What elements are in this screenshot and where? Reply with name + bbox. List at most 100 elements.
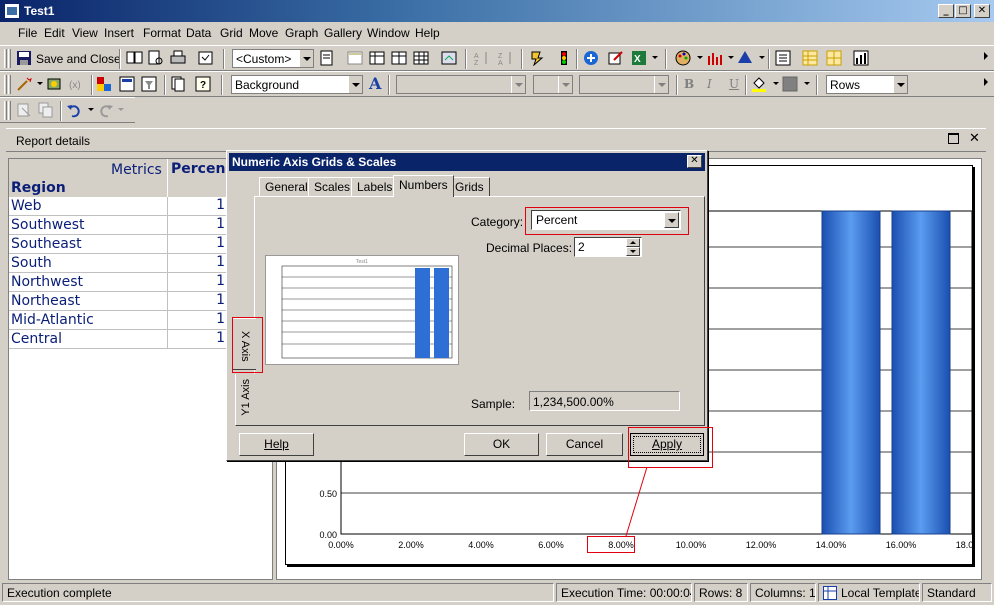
style-combo[interactable]: <Custom>: [232, 49, 314, 68]
menu-file[interactable]: File: [18, 26, 37, 40]
excel-icon[interactable]: X: [631, 50, 649, 68]
menu-insert[interactable]: Insert: [104, 26, 134, 40]
undo-icon[interactable]: [66, 102, 84, 120]
grid-style-icon[interactable]: [369, 50, 387, 68]
tab-grids[interactable]: Grids: [449, 177, 490, 196]
grid-graph-icon[interactable]: [826, 50, 844, 68]
chevron-down-icon[interactable]: [697, 56, 703, 59]
tab-numbers[interactable]: Numbers: [393, 175, 454, 197]
sort-descending-icon[interactable]: ZA: [497, 50, 515, 68]
close-button[interactable]: ✕: [974, 4, 990, 18]
export-icon[interactable]: [441, 50, 459, 68]
book-icon[interactable]: [126, 50, 144, 68]
properties-icon[interactable]: [197, 50, 215, 68]
toolbar-overflow-icon[interactable]: [984, 52, 988, 60]
category-select[interactable]: Percent: [531, 210, 681, 230]
menu-graph[interactable]: Graph: [285, 26, 318, 40]
line-color-icon[interactable]: [782, 76, 800, 94]
template-indicator[interactable]: Local Template: [818, 583, 920, 602]
metrics-icon[interactable]: [96, 76, 114, 94]
shape-icon[interactable]: [737, 50, 755, 68]
drill-icon[interactable]: [528, 50, 546, 68]
document-icon[interactable]: [318, 50, 336, 68]
toolbar-grip[interactable]: [4, 101, 7, 120]
maximize-button[interactable]: □: [955, 4, 971, 18]
chevron-down-icon[interactable]: [652, 56, 658, 59]
chevron-down-icon[interactable]: [37, 82, 43, 85]
chevron-down-icon[interactable]: [759, 56, 765, 59]
chevron-down-icon[interactable]: [728, 56, 734, 59]
menu-format[interactable]: Format: [143, 26, 181, 40]
maximize-pane-icon[interactable]: [948, 133, 959, 144]
chevron-down-icon[interactable]: [299, 50, 313, 67]
traffic-light-icon[interactable]: [555, 50, 573, 68]
report-details-label[interactable]: Report details: [16, 134, 90, 148]
toolbar-grip[interactable]: [4, 49, 7, 68]
cancel-button[interactable]: Cancel: [546, 433, 623, 456]
add-icon[interactable]: [583, 50, 601, 68]
fill-color-icon[interactable]: [751, 76, 769, 94]
menu-help[interactable]: Help: [415, 26, 440, 40]
grid-view-icon[interactable]: [802, 50, 820, 68]
decimal-places-stepper[interactable]: 2: [574, 237, 642, 257]
menu-grid[interactable]: Grid: [220, 26, 243, 40]
object-browser-icon[interactable]: [46, 76, 64, 94]
menu-move[interactable]: Move: [249, 26, 278, 40]
italic-button[interactable]: I: [707, 77, 712, 91]
dialog-title-bar[interactable]: Numeric Axis Grids & Scales ✕: [229, 153, 705, 171]
menu-edit[interactable]: Edit: [44, 26, 65, 40]
toolbar-grip[interactable]: [8, 75, 11, 94]
help-button[interactable]: Help: [239, 433, 314, 456]
chevron-down-icon[interactable]: [348, 76, 362, 93]
help-icon[interactable]: ?: [195, 76, 213, 94]
font-name-combo[interactable]: [396, 75, 526, 94]
filter-icon[interactable]: [141, 76, 159, 94]
dialog-close-button[interactable]: ✕: [687, 155, 702, 168]
report-objects-icon[interactable]: [119, 76, 137, 94]
menu-data[interactable]: Data: [186, 26, 211, 40]
sort-ascending-icon[interactable]: AZ: [473, 50, 491, 68]
tab-labels[interactable]: Labels: [351, 177, 399, 196]
pivot-icon[interactable]: [391, 50, 409, 68]
toolbar-grip[interactable]: [8, 49, 11, 68]
print-preview-icon[interactable]: [147, 50, 165, 68]
font-icon[interactable]: A: [369, 74, 381, 93]
graph-view-icon[interactable]: [853, 50, 871, 68]
format-target-combo[interactable]: Background: [231, 75, 363, 94]
chevron-down-icon[interactable]: [511, 76, 525, 93]
list-view-icon[interactable]: [775, 50, 793, 68]
save-and-close-button[interactable]: Save and Close: [36, 52, 121, 66]
number-format-combo[interactable]: [579, 75, 669, 94]
page-by-icon[interactable]: [170, 76, 188, 94]
menu-view[interactable]: View: [72, 26, 98, 40]
chevron-up-icon[interactable]: [626, 238, 640, 247]
rows-combo[interactable]: Rows: [826, 75, 908, 94]
toolbar-overflow-icon[interactable]: [984, 78, 988, 86]
apply-button[interactable]: Apply: [630, 433, 704, 456]
chevron-down-icon[interactable]: [804, 82, 810, 85]
cut-icon[interactable]: [16, 102, 34, 120]
tab-general[interactable]: General: [259, 177, 314, 196]
chevron-down-icon[interactable]: [558, 76, 572, 93]
chevron-down-icon[interactable]: [893, 76, 907, 93]
toolbar-grip[interactable]: [8, 101, 11, 120]
chevron-down-icon[interactable]: [626, 247, 640, 256]
close-pane-icon[interactable]: ✕: [969, 131, 980, 146]
menu-gallery[interactable]: Gallery: [324, 26, 362, 40]
bar-chart-icon[interactable]: [706, 50, 724, 68]
underline-button[interactable]: U: [729, 77, 739, 91]
tab-y1-axis[interactable]: Y1 Axis: [235, 374, 256, 426]
edit-icon[interactable]: [607, 50, 625, 68]
tab-scales[interactable]: Scales: [308, 177, 357, 196]
ok-button[interactable]: OK: [464, 433, 539, 456]
formula-icon[interactable]: (x): [68, 76, 86, 94]
print-icon[interactable]: [169, 50, 187, 68]
font-size-combo[interactable]: [533, 75, 573, 94]
palette-icon[interactable]: [675, 50, 693, 68]
wizard-icon[interactable]: [16, 76, 34, 94]
table-icon[interactable]: [413, 50, 431, 68]
bold-button[interactable]: B: [684, 77, 694, 91]
minimize-button[interactable]: _: [938, 4, 954, 18]
chevron-down-icon[interactable]: [118, 108, 124, 111]
chevron-down-icon[interactable]: [88, 108, 94, 111]
